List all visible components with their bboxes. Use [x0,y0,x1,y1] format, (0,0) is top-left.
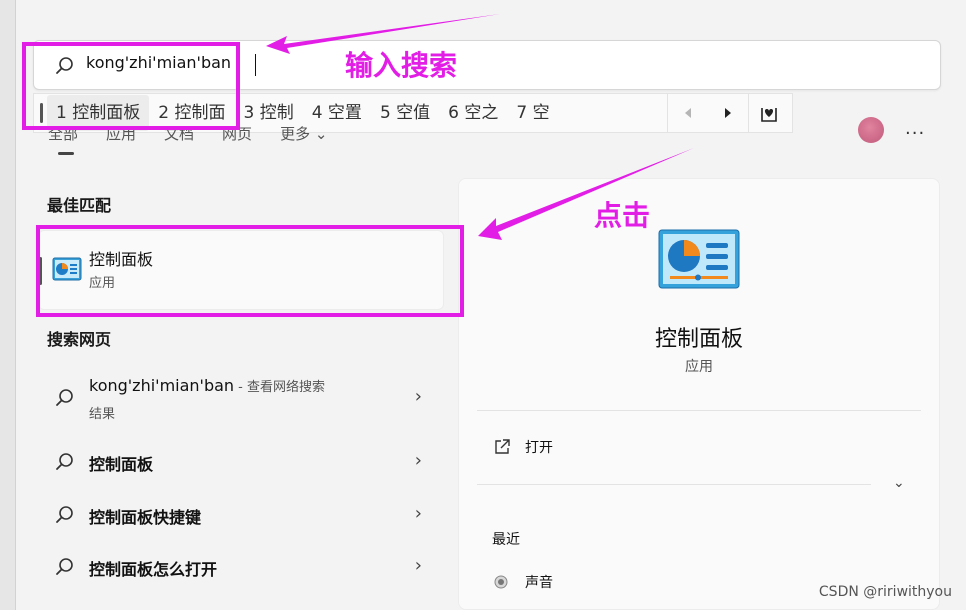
annotation-arrow-click [478,148,694,240]
watermark: CSDN @ririwithyou [818,584,952,600]
annotation-arrows [266,14,694,240]
annotation-type-hint: 输入搜索 [345,49,458,82]
annotation-click-hint: 点击 [594,199,651,232]
